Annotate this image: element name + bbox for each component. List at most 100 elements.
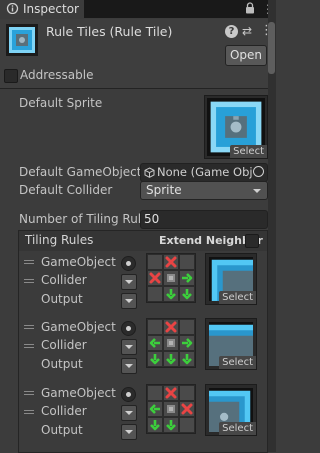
neighbor-cell[interactable] — [164, 287, 178, 301]
addressable-label: Addressable — [20, 68, 94, 82]
collider-dropdown[interactable] — [121, 339, 137, 355]
default-collider-dropdown[interactable]: Sprite — [140, 181, 268, 200]
header-divider — [0, 88, 276, 89]
default-sprite-field[interactable]: Select — [204, 95, 268, 159]
drag-handle[interactable] — [24, 410, 34, 411]
object-picker-button[interactable] — [121, 256, 136, 271]
object-picker-button[interactable] — [121, 321, 136, 336]
left-icon — [149, 404, 160, 414]
neighbor-cell[interactable] — [164, 255, 178, 269]
neighbor-cell[interactable] — [148, 336, 162, 350]
down-icon — [150, 420, 160, 431]
neighbor-cell[interactable] — [148, 386, 162, 400]
drag-handle[interactable] — [24, 279, 34, 280]
tab-title: Inspector — [23, 2, 79, 16]
down-icon — [166, 289, 176, 300]
neighbor-cell[interactable] — [180, 352, 194, 366]
x-icon — [165, 387, 177, 399]
output-dropdown[interactable] — [121, 424, 137, 440]
center-icon — [167, 405, 175, 413]
rule-sprite-field[interactable]: Select — [205, 384, 257, 436]
rule-sprite-select[interactable]: Select — [219, 291, 256, 304]
neighbor-cell[interactable] — [148, 418, 162, 432]
default-gameobject-label: Default GameObject — [19, 165, 142, 179]
neighbor-rule-grid[interactable] — [146, 318, 196, 368]
neighbor-cell[interactable] — [180, 402, 194, 416]
default-gameobject-field[interactable]: None (Game Obj — [140, 163, 268, 182]
object-picker-icon[interactable] — [253, 166, 264, 177]
neighbor-cell[interactable] — [148, 271, 162, 285]
output-dropdown[interactable] — [121, 293, 137, 309]
output-dropdown[interactable] — [121, 358, 137, 374]
neighbor-cell[interactable] — [164, 352, 178, 366]
neighbor-cell[interactable] — [148, 255, 162, 269]
extend-neighbor-checkbox[interactable] — [245, 234, 259, 248]
neighbor-cell[interactable] — [164, 271, 178, 285]
default-sprite-select[interactable]: Select — [230, 145, 267, 158]
tiling-rules-title: Tiling Rules — [25, 233, 94, 247]
down-icon — [166, 420, 176, 431]
neighbor-cell[interactable] — [148, 287, 162, 301]
rule-output-label: Output — [41, 292, 83, 306]
neighbor-cell[interactable] — [180, 255, 194, 269]
down-icon — [150, 354, 160, 365]
neighbor-cell[interactable] — [164, 336, 178, 350]
neighbor-cell[interactable] — [164, 402, 178, 416]
rule-sprite-select[interactable]: Select — [219, 356, 256, 369]
cube-icon — [144, 167, 155, 178]
rule-sprite-field[interactable]: Select — [205, 253, 257, 305]
neighbor-cell[interactable] — [180, 320, 194, 334]
drag-handle[interactable] — [24, 260, 34, 261]
neighbor-cell[interactable] — [164, 320, 178, 334]
rule-tile-asset-icon — [6, 24, 38, 56]
tiling-count-label: Number of Tiling Rule — [19, 212, 149, 226]
chevron-down-icon — [253, 189, 261, 193]
collider-dropdown[interactable] — [121, 405, 137, 421]
x-icon — [165, 321, 177, 333]
neighbor-cell[interactable] — [180, 336, 194, 350]
addressable-checkbox[interactable] — [4, 69, 18, 83]
neighbor-cell[interactable] — [164, 386, 178, 400]
default-collider-value: Sprite — [146, 183, 182, 197]
default-collider-label: Default Collider — [19, 183, 113, 197]
rule-output-label: Output — [41, 357, 83, 371]
drag-handle[interactable] — [24, 391, 34, 392]
x-icon — [149, 272, 161, 284]
neighbor-cell[interactable] — [180, 418, 194, 432]
open-button[interactable]: Open — [225, 45, 267, 66]
neighbor-cell[interactable] — [148, 320, 162, 334]
tiling-rules-header: Tiling Rules Extend Neighbor — [18, 230, 268, 252]
rule-sprite-field[interactable]: Select — [205, 318, 257, 370]
preset-icon[interactable]: ⇄ — [242, 24, 252, 38]
collider-dropdown[interactable] — [121, 274, 137, 290]
scrollbar-thumb[interactable] — [268, 22, 275, 74]
drag-handle[interactable] — [24, 344, 34, 345]
rule-gameobject-label: GameObject — [41, 255, 116, 269]
neighbor-cell[interactable] — [180, 386, 194, 400]
x-icon — [181, 403, 193, 415]
left-icon — [149, 338, 160, 348]
lock-icon[interactable] — [245, 2, 255, 14]
default-sprite-label: Default Sprite — [19, 96, 103, 110]
rule-gameobject-label: GameObject — [41, 386, 116, 400]
help-icon[interactable]: ? — [225, 25, 238, 38]
down-icon — [182, 289, 192, 300]
rule-sprite-select[interactable]: Select — [219, 422, 256, 435]
rule-collider-label: Collider — [41, 404, 87, 418]
neighbor-rule-grid[interactable] — [146, 253, 196, 303]
neighbor-cell[interactable] — [148, 352, 162, 366]
object-picker-button[interactable] — [121, 387, 136, 402]
tab-inspector[interactable]: Inspector — [0, 0, 84, 19]
info-icon — [6, 3, 19, 14]
down-icon — [182, 354, 192, 365]
neighbor-cell[interactable] — [180, 271, 194, 285]
neighbor-cell[interactable] — [164, 418, 178, 432]
right-icon — [182, 273, 193, 283]
neighbor-cell[interactable] — [148, 402, 162, 416]
down-icon — [166, 354, 176, 365]
neighbor-cell[interactable] — [180, 287, 194, 301]
center-icon — [167, 274, 175, 282]
tiling-count-field[interactable]: 50 — [140, 210, 268, 229]
drag-handle[interactable] — [24, 325, 34, 326]
neighbor-rule-grid[interactable] — [146, 384, 196, 434]
